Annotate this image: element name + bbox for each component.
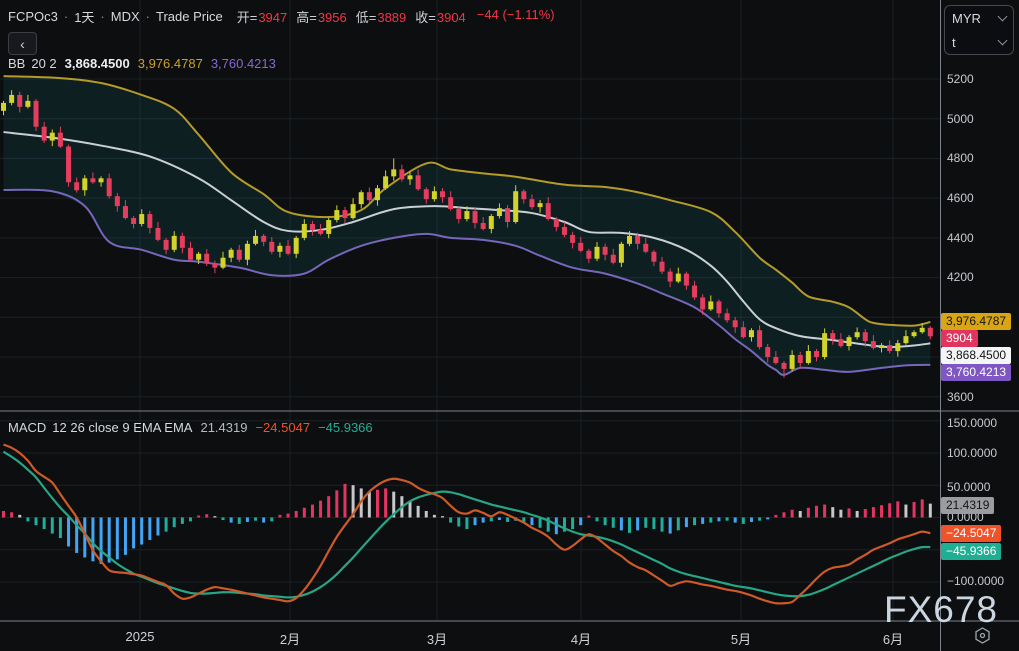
unit-value: t [952, 34, 956, 50]
chevron-down-icon [997, 35, 1008, 46]
ohlc-high: 高=3956 [296, 10, 347, 25]
symbol-name[interactable]: FCPOc3 [8, 9, 58, 24]
chevron-left-icon: ‹ [20, 35, 25, 52]
separator-dot: · [145, 9, 150, 24]
bb-name[interactable]: BB [8, 56, 25, 71]
currency-value: MYR [952, 10, 981, 26]
exchange-label: MDX [110, 9, 140, 24]
unit-dropdown[interactable]: t [945, 30, 1013, 54]
bb-basis-value: 3,868.4500 [64, 56, 130, 71]
ohlc-close: 收=3904 [415, 10, 466, 25]
macd-indicator-legend: MACD 12 26 close 9 EMA EMA 21.4319 −24.5… [8, 420, 373, 435]
bb-indicator-legend: BB 20 2 3,868.4500 3,976.4787 3,760.4213 [8, 56, 276, 71]
ohlc-open: 开=3947 [236, 10, 288, 25]
chart-legend-row: FCPOc3 · 1天 · MDX · Trade Price 开=3947 高… [8, 7, 555, 26]
macd-signal-value: −45.9366 [318, 420, 373, 435]
chart-canvas[interactable] [0, 0, 1019, 651]
currency-unit-selector: MYR t [944, 5, 1014, 55]
back-button[interactable]: ‹ [8, 32, 37, 55]
separator-dot: · [63, 9, 69, 24]
bb-params: 20 2 [31, 56, 57, 71]
macd-name[interactable]: MACD [8, 420, 46, 435]
series-type-label: Trade Price [156, 9, 223, 24]
separator-dot: · [100, 9, 105, 24]
chevron-down-icon [997, 11, 1008, 22]
ohlc-low: 低=3889 [355, 10, 407, 25]
macd-line-value: −24.5047 [255, 420, 311, 435]
bb-upper-value: 3,976.4787 [137, 56, 203, 71]
price-change: −44 (−1.11%) [476, 7, 555, 22]
hexagon-logo-icon[interactable] [973, 626, 992, 645]
macd-params: 12 26 close 9 EMA EMA [52, 420, 193, 435]
ohlc-values: 开=3947 高=3956 低=3889 收=3904 −44 (−1.11%) [237, 7, 555, 26]
trading-chart-app: FX678 5200 5000 4800 4600 4400 4200 3600 150.00… [0, 0, 1019, 651]
macd-hist-value: 21.4319 [200, 420, 248, 435]
bb-lower-value: 3,760.4213 [210, 56, 276, 71]
currency-dropdown[interactable]: MYR [945, 6, 1013, 30]
interval-label[interactable]: 1天 [74, 7, 94, 26]
